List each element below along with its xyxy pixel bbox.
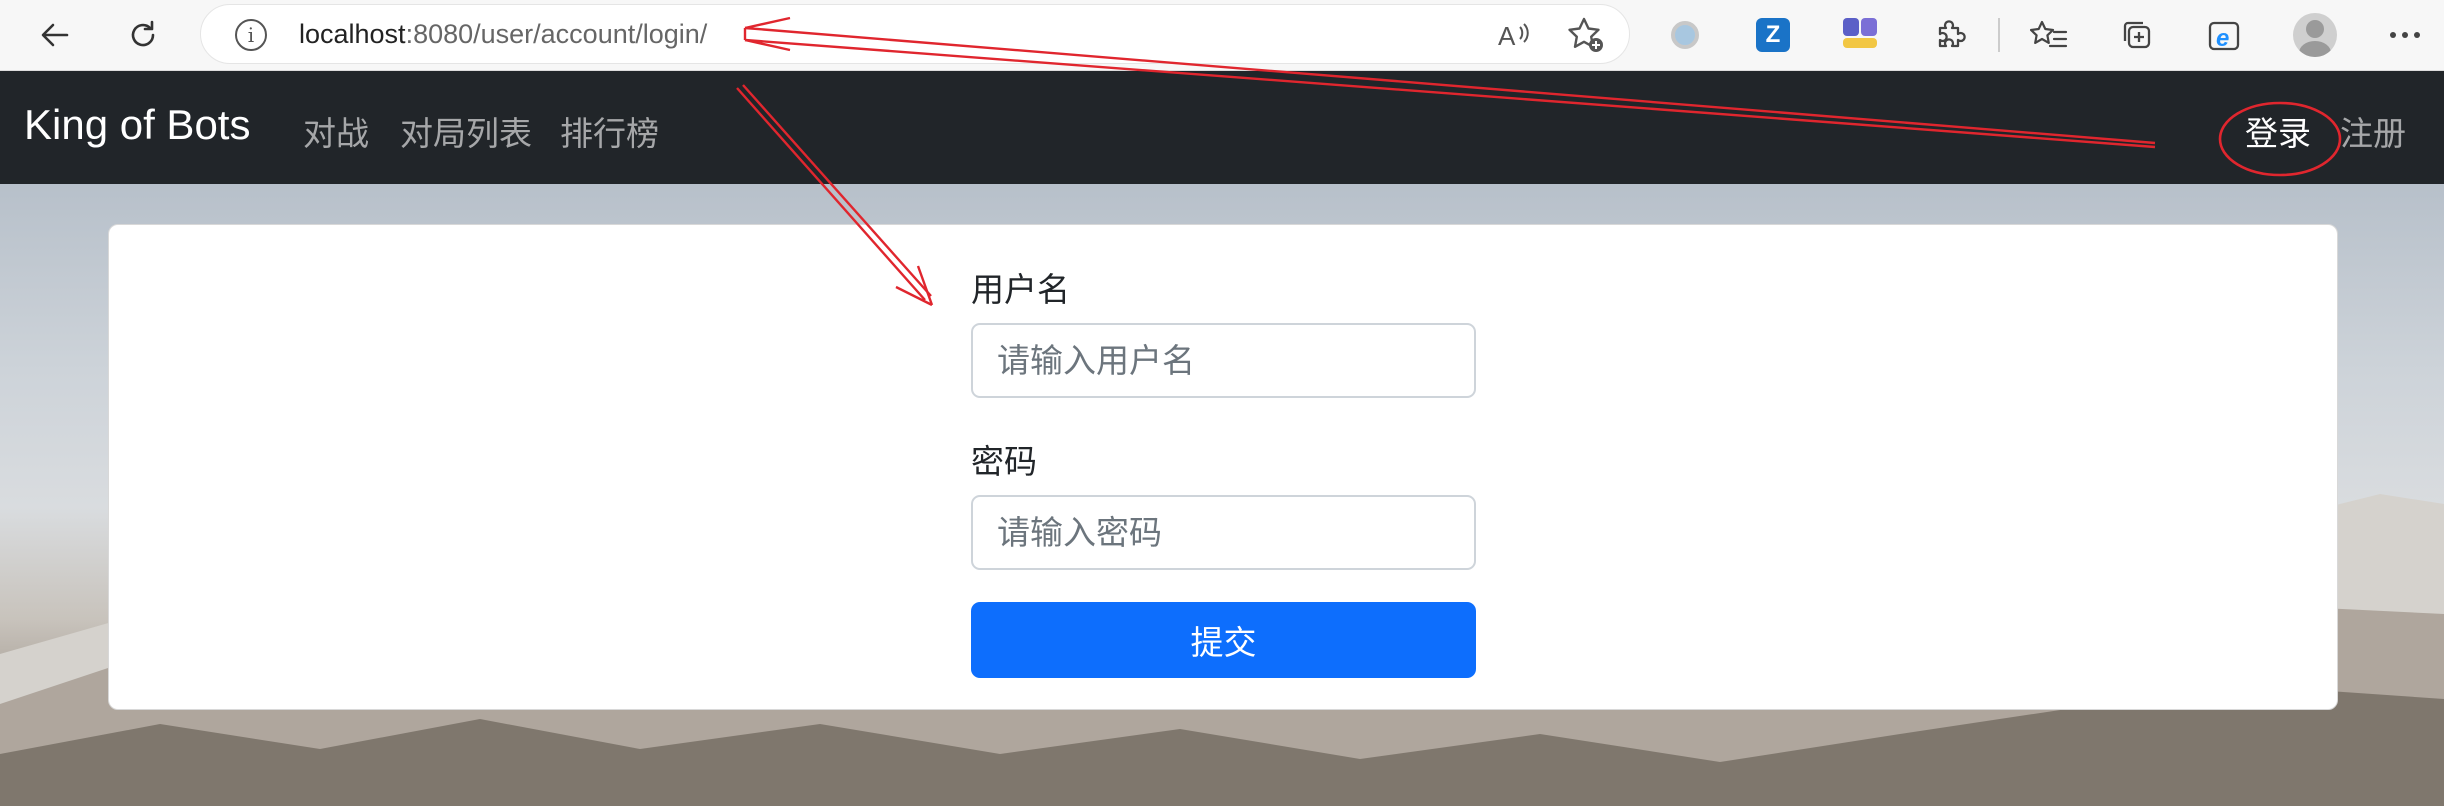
password-label: 密码: [971, 443, 1037, 480]
url-text[interactable]: localhost:8080/user/account/login/: [299, 19, 707, 50]
refresh-icon: [131, 20, 155, 47]
login-card: 用户名 密码 提交: [108, 224, 2338, 710]
extension-purple-icon[interactable]: [1838, 12, 1884, 58]
extensions-puzzle-icon[interactable]: [1926, 12, 1972, 58]
submit-button[interactable]: 提交: [971, 602, 1476, 678]
site-info-icon[interactable]: i: [235, 19, 267, 51]
extension-circle-icon[interactable]: [1662, 12, 1708, 58]
more-menu-icon[interactable]: [2382, 12, 2428, 58]
profile-avatar-icon[interactable]: [2292, 12, 2338, 58]
nav-link-ranklist[interactable]: 排行榜: [560, 107, 659, 155]
collections-icon[interactable]: [2114, 12, 2160, 58]
svg-text:A: A: [1498, 21, 1516, 51]
app-navbar: King of Bots 对战 对局列表 排行榜 登录 注册: [0, 71, 2444, 184]
username-input[interactable]: [971, 323, 1476, 398]
svg-text:e: e: [2216, 25, 2229, 52]
read-aloud-icon[interactable]: A: [1496, 17, 1532, 60]
navbar-brand[interactable]: King of Bots: [24, 101, 250, 149]
url-host: localhost: [299, 19, 406, 49]
nav-link-pk[interactable]: 对战: [303, 107, 369, 155]
nav-link-record[interactable]: 对局列表: [400, 107, 532, 155]
back-button[interactable]: [30, 10, 80, 60]
browser-toolbar: i localhost:8080/user/account/login/ A Z…: [0, 0, 2444, 71]
password-input[interactable]: [971, 495, 1476, 570]
favorites-icon[interactable]: [2026, 12, 2072, 58]
nav-link-login[interactable]: 登录: [2245, 107, 2311, 155]
refresh-button[interactable]: [118, 10, 168, 60]
url-path: :8080/user/account/login/: [405, 19, 708, 49]
address-bar[interactable]: i localhost:8080/user/account/login/ A: [200, 4, 1630, 64]
username-label: 用户名: [971, 271, 1070, 308]
arrow-left-icon: [41, 23, 69, 47]
extension-z-icon[interactable]: Z: [1750, 12, 1796, 58]
nav-link-register[interactable]: 注册: [2340, 107, 2406, 155]
ie-mode-icon[interactable]: e: [2202, 12, 2248, 58]
toolbar-divider: [1998, 18, 2000, 52]
add-favorite-icon[interactable]: [1566, 15, 1606, 63]
